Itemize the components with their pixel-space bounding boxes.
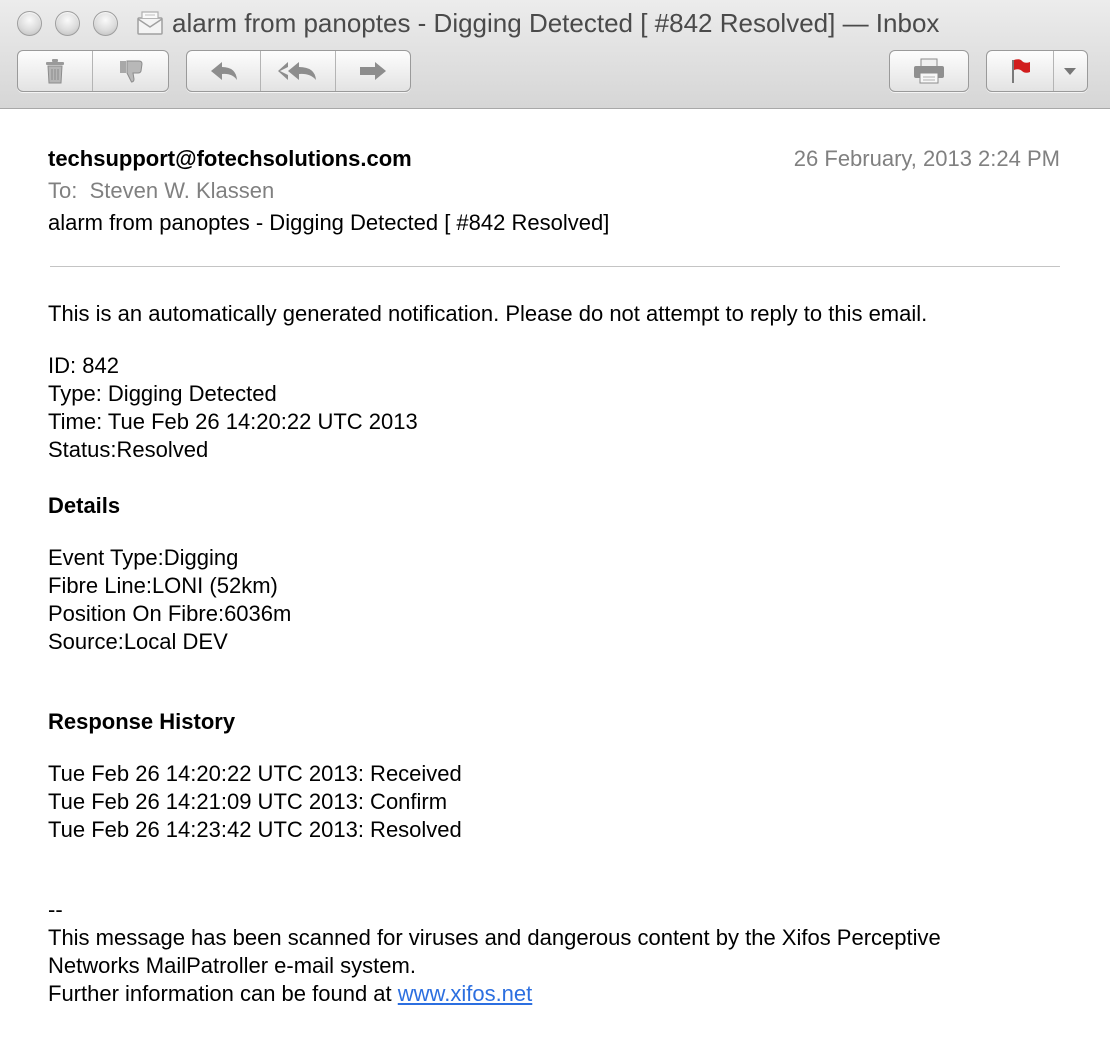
header-divider xyxy=(50,266,1060,267)
forward-button[interactable] xyxy=(336,51,410,91)
detail-position: Position On Fibre:6036m xyxy=(48,601,292,626)
flag-icon xyxy=(1008,57,1032,85)
history-entry: Tue Feb 26 14:21:09 UTC 2013: Confirm xyxy=(48,789,448,814)
detail-fibre-line: Fibre Line:LONI (52km) xyxy=(48,573,278,598)
intro-text: This is an automatically generated notif… xyxy=(48,301,928,326)
reply-all-button[interactable] xyxy=(261,51,336,91)
print-button[interactable] xyxy=(890,51,968,91)
zoom-window-button[interactable] xyxy=(93,11,118,36)
field-status: Status:Resolved xyxy=(48,437,209,462)
footer-scan-notice: This message has been scanned for viruse… xyxy=(48,925,941,950)
print-icon xyxy=(912,57,946,85)
trash-icon xyxy=(43,58,67,84)
detail-source: Source:Local DEV xyxy=(48,629,228,654)
junk-thumbs-down-icon xyxy=(117,58,145,84)
reply-button[interactable] xyxy=(187,51,262,91)
footer-info-line: Further information can be found at www.… xyxy=(48,980,532,1008)
window-controls xyxy=(17,11,118,36)
xifos-link[interactable]: www.xifos.net xyxy=(398,981,533,1006)
flag-group xyxy=(986,50,1088,92)
field-type: Type: Digging Detected xyxy=(48,381,277,406)
field-time: Time: Tue Feb 26 14:20:22 UTC 2013 xyxy=(48,409,418,434)
detail-event-type: Event Type:Digging xyxy=(48,545,239,570)
delete-junk-group xyxy=(17,50,169,92)
junk-button[interactable] xyxy=(93,51,168,91)
chevron-down-icon xyxy=(1063,66,1077,76)
details-heading: Details xyxy=(48,493,121,518)
signature-separator: -- xyxy=(48,897,63,922)
history-heading: Response History xyxy=(48,709,236,734)
window-toolbar: alarm from panoptes - Digging Detected [… xyxy=(0,0,1110,109)
reply-group xyxy=(186,50,411,92)
mail-message-window: alarm from panoptes - Digging Detected [… xyxy=(0,0,1110,1064)
forward-icon xyxy=(357,59,389,83)
window-title: alarm from panoptes - Digging Detected [… xyxy=(172,7,940,38)
message-date: 26 February, 2013 2:24 PM xyxy=(793,146,1060,171)
recipient-line: To: Steven W. Klassen xyxy=(48,178,274,204)
recipient-name[interactable]: Steven W. Klassen xyxy=(90,178,275,203)
minimize-window-button[interactable] xyxy=(55,11,80,36)
message-subject: alarm from panoptes - Digging Detected [… xyxy=(48,210,610,235)
close-window-button[interactable] xyxy=(17,11,42,36)
delete-button[interactable] xyxy=(18,51,93,91)
footer-system-name: Networks MailPatroller e-mail system. xyxy=(48,953,416,978)
window-title-row: alarm from panoptes - Digging Detected [… xyxy=(136,6,939,40)
flag-button[interactable] xyxy=(987,51,1054,91)
footer-info-text: Further information can be found at xyxy=(48,981,398,1006)
field-id: ID: 842 xyxy=(48,353,119,378)
print-group xyxy=(889,50,969,92)
reply-icon xyxy=(208,59,240,83)
envelope-icon xyxy=(136,10,164,36)
history-entry: Tue Feb 26 14:23:42 UTC 2013: Resolved xyxy=(48,817,462,842)
sender-address[interactable]: techsupport@fotechsolutions.com xyxy=(48,146,412,172)
reply-all-icon xyxy=(276,59,320,83)
flag-menu-button[interactable] xyxy=(1054,51,1087,91)
to-label: To: xyxy=(48,178,78,203)
history-entry: Tue Feb 26 14:20:22 UTC 2013: Received xyxy=(48,761,462,786)
